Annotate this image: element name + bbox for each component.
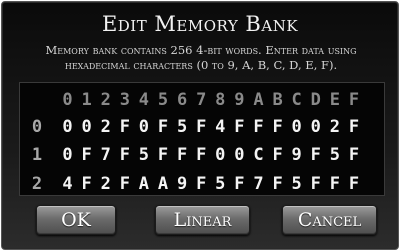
memory-cell[interactable]: 5	[173, 117, 192, 137]
column-header-label: 3	[119, 90, 130, 110]
column-header-row: 0123456789ABCDEF	[20, 90, 384, 110]
memory-cell[interactable]: F	[268, 145, 287, 165]
memory-cell[interactable]: 5	[325, 145, 344, 165]
column-headers: 0123456789ABCDEF	[58, 90, 364, 110]
memory-cell[interactable]: F	[77, 145, 96, 165]
memory-cell[interactable]: F	[325, 174, 344, 194]
memory-cell[interactable]: 2	[325, 117, 344, 137]
column-header-label: B	[272, 90, 283, 110]
memory-cell[interactable]: F	[306, 145, 325, 165]
column-header-label: E	[329, 90, 340, 110]
memory-cell[interactable]: 0	[77, 117, 96, 137]
memory-cell[interactable]: F	[230, 174, 249, 194]
memory-cell[interactable]: F	[77, 174, 96, 194]
memory-cell[interactable]: 4	[211, 117, 230, 137]
memory-cell[interactable]: F	[192, 174, 211, 194]
column-header-label: C	[291, 90, 302, 110]
memory-cell[interactable]: F	[115, 174, 134, 194]
memory-cell[interactable]: F	[115, 145, 134, 165]
memory-cell[interactable]: F	[173, 145, 192, 165]
memory-cell[interactable]: 4	[58, 174, 77, 194]
column-header-label: 6	[176, 90, 188, 110]
memory-cell[interactable]: 7	[96, 145, 115, 165]
row-cells[interactable]: 002F0F5F4FFF002F	[58, 117, 364, 137]
memory-cell[interactable]: F	[230, 117, 249, 137]
memory-cell[interactable]: F	[268, 117, 287, 137]
memory-row[interactable]: 2 4F2FAA9F5F7F5FFF	[20, 174, 384, 194]
memory-cell[interactable]: F	[249, 117, 268, 137]
memory-cell[interactable]: 0	[211, 145, 230, 165]
column-header-label: D	[310, 90, 321, 110]
dialog-title: Edit Memory Bank	[101, 12, 299, 36]
memory-row[interactable]: 0 002F0F5F4FFF002F	[20, 117, 384, 137]
column-header-label: 1	[81, 90, 92, 110]
memory-cell[interactable]: C	[249, 145, 268, 165]
row-index: 1	[31, 145, 43, 165]
row-cells[interactable]: 0F7F5FFF00CF9F5F	[58, 145, 364, 165]
memory-cell[interactable]: F	[192, 117, 211, 137]
column-header-label: 8	[215, 90, 226, 110]
memory-cell[interactable]: 0	[134, 117, 153, 137]
column-header-label: 9	[234, 90, 245, 110]
memory-cell[interactable]: 2	[96, 117, 115, 137]
description-line-2: hexadecimal characters (0 to 9, A, B, C,…	[64, 58, 338, 72]
memory-cell[interactable]: 7	[249, 174, 268, 194]
memory-cell[interactable]: 0	[306, 117, 325, 137]
memory-cell[interactable]: F	[192, 145, 211, 165]
memory-cell[interactable]: F	[153, 145, 172, 165]
memory-cell[interactable]: F	[268, 174, 287, 194]
memory-cell[interactable]: 5	[211, 174, 230, 194]
memory-grid[interactable]: 0123456789ABCDEF 0 002F0F5F4FFF002F 1 0F…	[19, 82, 385, 196]
memory-cell[interactable]: 0	[230, 145, 249, 165]
edit-memory-bank-dialog: Edit Memory Bank Memory bank contains 25…	[1, 1, 399, 250]
memory-cell[interactable]: A	[134, 174, 153, 194]
memory-cell[interactable]: 2	[96, 174, 115, 194]
ok-button[interactable]: OK	[36, 205, 116, 235]
memory-cell[interactable]: A	[153, 174, 172, 194]
column-header-label: 7	[196, 90, 207, 110]
column-header-label: F	[348, 90, 360, 110]
memory-cell[interactable]: F	[153, 117, 172, 137]
column-header-label: 0	[62, 90, 73, 110]
memory-cell[interactable]: 9	[173, 174, 192, 194]
memory-cell[interactable]: F	[344, 145, 363, 165]
column-header-label: 5	[157, 90, 169, 110]
row-cells[interactable]: 4F2FAA9F5F7F5FFF	[58, 174, 364, 194]
description-line-1: Memory bank contains 256 4-bit words. En…	[45, 43, 357, 57]
row-index: 2	[31, 174, 43, 194]
memory-cell[interactable]: 5	[287, 174, 306, 194]
memory-cell[interactable]: F	[344, 117, 363, 137]
memory-cell[interactable]: F	[115, 117, 134, 137]
memory-cell[interactable]: 0	[58, 145, 77, 165]
memory-cell[interactable]: F	[306, 174, 325, 194]
linear-button[interactable]: Linear	[155, 205, 250, 235]
row-index: 0	[31, 117, 43, 137]
memory-cell[interactable]: 5	[134, 145, 153, 165]
column-header-label: 2	[100, 90, 111, 110]
column-header-label: 4	[138, 90, 150, 110]
memory-row[interactable]: 1 0F7F5FFF00CF9F5F	[20, 145, 384, 165]
dialog-description: Memory bank contains 256 4-bit words. En…	[20, 43, 382, 73]
cancel-button[interactable]: Cancel	[282, 205, 377, 235]
memory-cell[interactable]: 9	[287, 145, 306, 165]
column-header-label: A	[253, 90, 264, 110]
memory-cell[interactable]: 0	[287, 117, 306, 137]
memory-cell[interactable]: 0	[58, 117, 77, 137]
memory-cell[interactable]: F	[344, 174, 363, 194]
